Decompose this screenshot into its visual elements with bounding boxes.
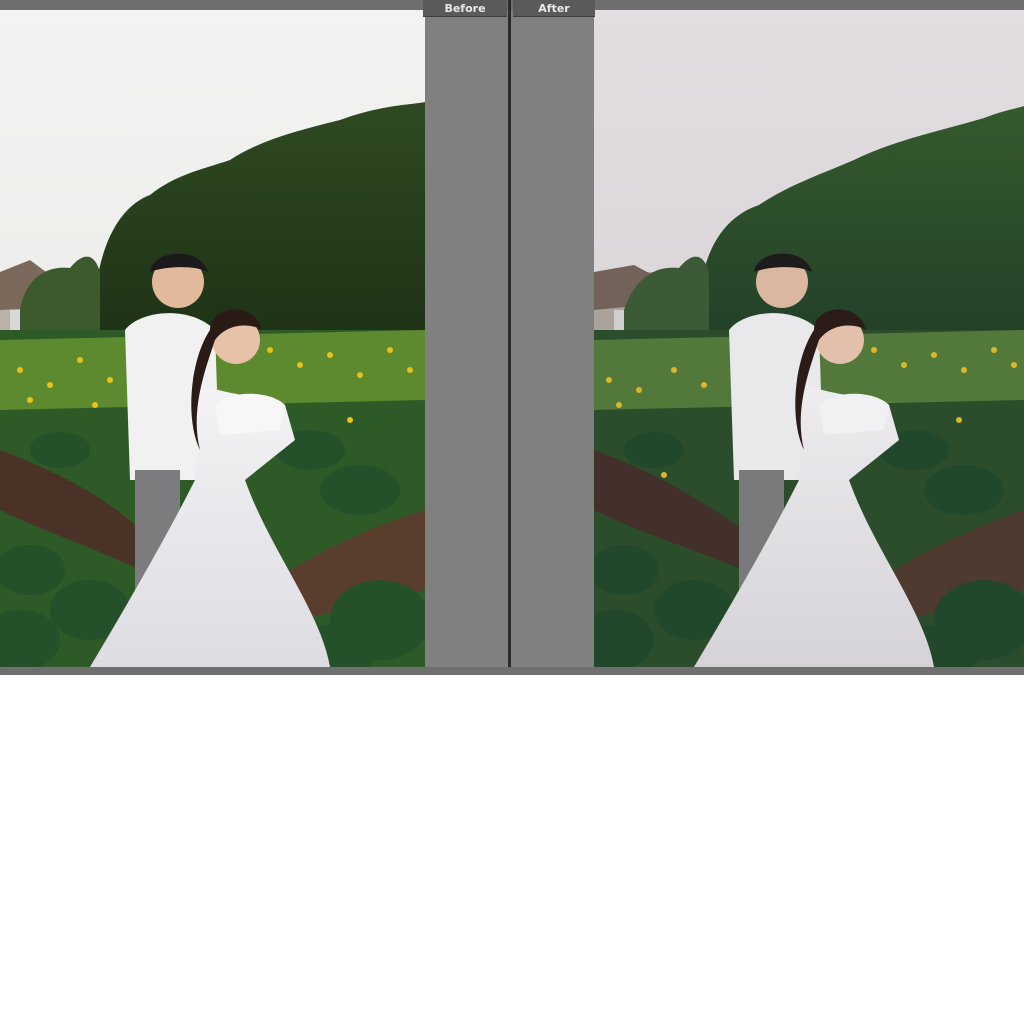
after-photo[interactable] — [594, 10, 1024, 667]
before-after-compare-view: Before After — [0, 0, 1024, 675]
before-photo[interactable] — [0, 10, 425, 667]
bottom-strip — [0, 667, 1024, 675]
before-label: Before — [423, 0, 507, 17]
before-photo-image — [0, 10, 425, 667]
after-photo-image — [594, 10, 1024, 667]
top-toolbar-strip — [0, 0, 1024, 10]
split-divider[interactable] — [508, 0, 511, 675]
after-label: After — [513, 0, 595, 17]
